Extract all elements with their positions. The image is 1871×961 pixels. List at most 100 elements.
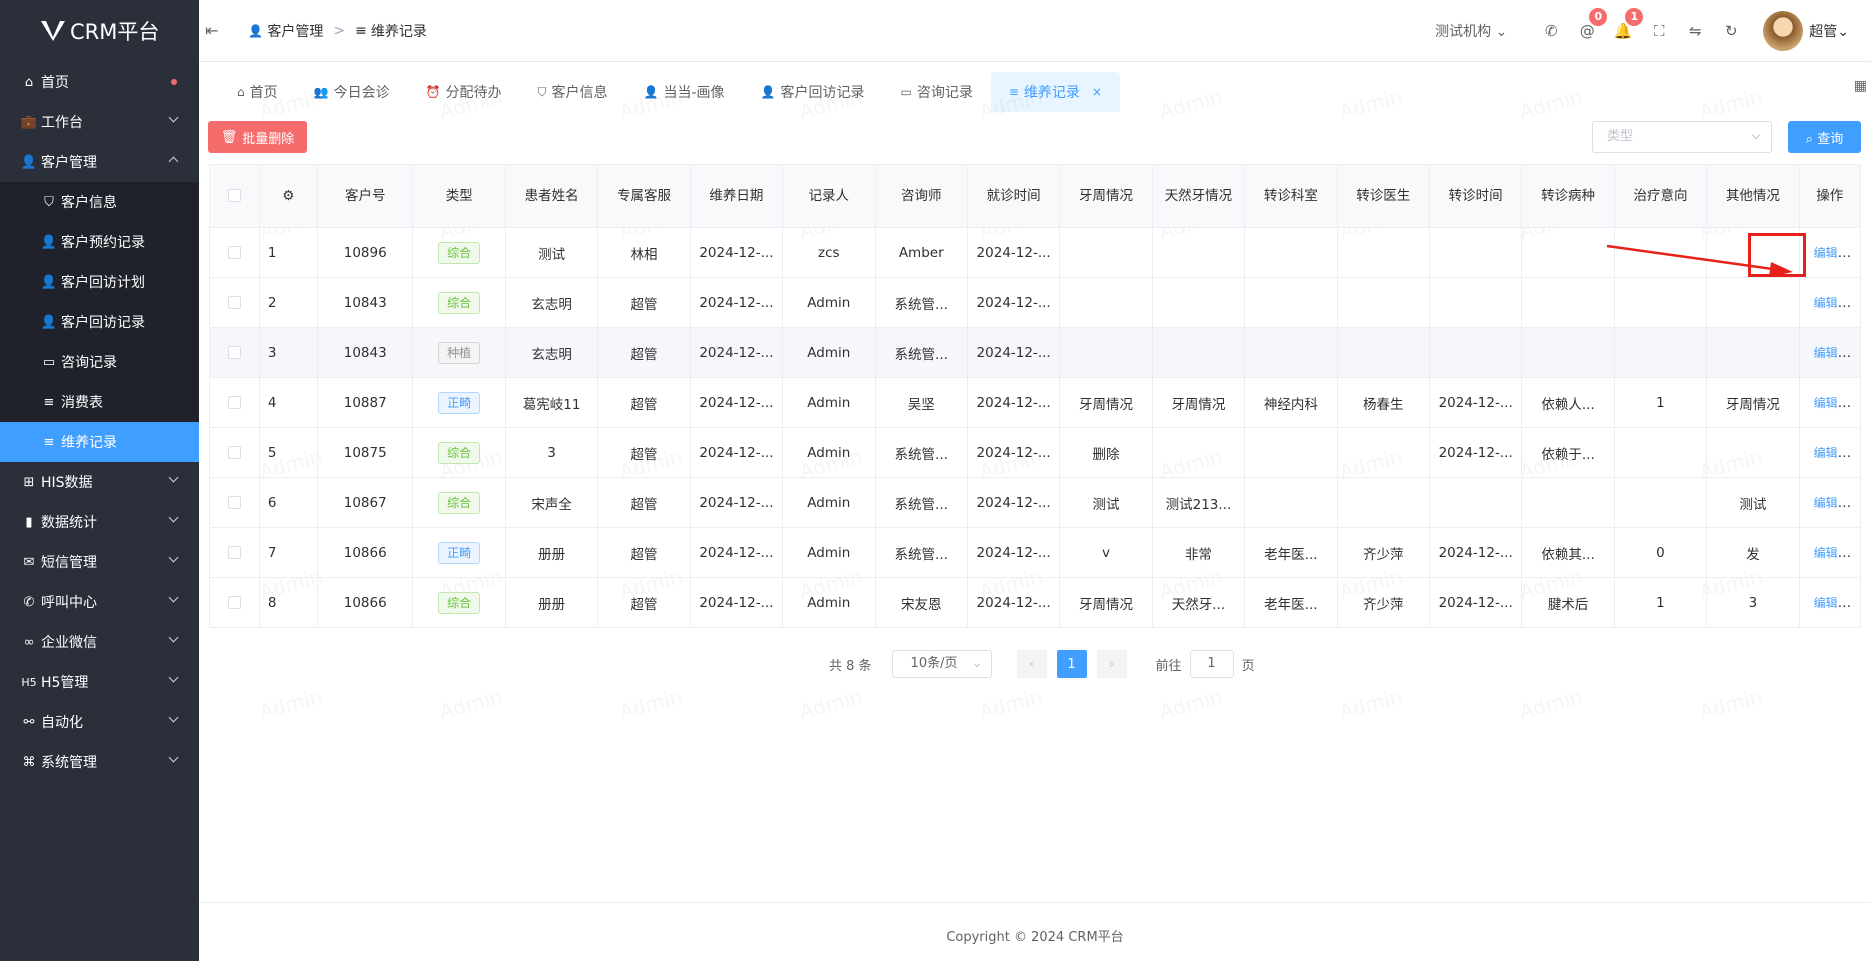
delete-link[interactable]: 删除: [1850, 396, 1860, 410]
edit-link[interactable]: 编辑: [1814, 496, 1838, 510]
edit-link[interactable]: 编辑: [1814, 246, 1838, 260]
tab[interactable]: ≡ 维养记录 ×: [990, 72, 1120, 112]
column-header: 就诊时间: [966, 164, 1061, 228]
delete-link[interactable]: 删除: [1850, 296, 1860, 310]
row-select-cell[interactable]: [209, 477, 260, 528]
sidebar-item[interactable]: ⌂ 首页: [0, 62, 199, 102]
tab[interactable]: 👤 当当-画像: [626, 72, 743, 112]
row-select-cell[interactable]: [209, 427, 260, 478]
row-checkbox[interactable]: [227, 396, 241, 409]
row-index: 5: [258, 427, 318, 478]
fullscreen-icon[interactable]: ⛶: [1641, 22, 1677, 40]
tab[interactable]: 👥 今日会诊: [296, 72, 408, 112]
sidebar-item[interactable]: ▭ 咨询记录: [0, 342, 199, 382]
settings-cell[interactable]: ⚙: [258, 164, 318, 228]
table-cell: 2024-12-...: [966, 327, 1061, 378]
batch-delete-button[interactable]: 🗑 批量删除: [208, 121, 307, 153]
edit-link[interactable]: 编辑: [1814, 346, 1838, 360]
edit-link[interactable]: 编辑: [1814, 596, 1838, 610]
tab-label: 当当-画像: [663, 85, 725, 101]
translate-icon[interactable]: ⇋: [1677, 22, 1713, 40]
query-button[interactable]: ⌕ 查询: [1788, 121, 1861, 153]
sidebar-item[interactable]: H5 H5管理: [0, 662, 199, 702]
delete-link[interactable]: 删除: [1850, 546, 1860, 560]
tab[interactable]: ⏰ 分配待办: [408, 72, 520, 112]
prev-page-button[interactable]: ‹: [1016, 650, 1047, 678]
table-cell: 1: [1613, 577, 1708, 628]
phone-icon[interactable]: ✆: [1533, 22, 1569, 40]
row-checkbox[interactable]: [227, 446, 241, 459]
row-checkbox[interactable]: [227, 296, 241, 309]
edit-link[interactable]: 编辑: [1814, 296, 1838, 310]
delete-link[interactable]: 删除: [1850, 596, 1860, 610]
edit-link[interactable]: 编辑: [1814, 446, 1838, 460]
logo[interactable]: CRM平台: [0, 0, 199, 62]
delete-link[interactable]: 删除: [1850, 496, 1860, 510]
sidebar-item[interactable]: 👤 客户预约记录: [0, 222, 199, 262]
sidebar-item[interactable]: 👤 客户回访计划: [0, 262, 199, 302]
home-icon: ⌂: [24, 74, 34, 90]
shield-icon: ⛉: [537, 84, 547, 99]
row-select-cell[interactable]: [209, 277, 260, 328]
delete-link[interactable]: 删除: [1850, 246, 1860, 260]
row-checkbox[interactable]: [227, 596, 241, 609]
table-cell: [1244, 477, 1338, 528]
row-checkbox[interactable]: [227, 246, 241, 259]
row-select-cell[interactable]: [209, 327, 260, 378]
sidebar-item[interactable]: ≡ 维养记录: [0, 422, 199, 462]
sidebar-item[interactable]: ⊞ HIS数据: [0, 462, 199, 502]
edit-link[interactable]: 编辑: [1814, 546, 1838, 560]
type-select[interactable]: 类型: [1592, 121, 1772, 153]
sidebar-item[interactable]: ∞ 企业微信: [0, 622, 199, 662]
sidebar-item[interactable]: ▮ 数据统计: [0, 502, 199, 542]
row-checkbox[interactable]: [227, 546, 241, 559]
tab[interactable]: ⌂ 首页: [219, 72, 296, 112]
tab[interactable]: 👤 客户回访记录: [743, 72, 883, 112]
row-checkbox[interactable]: [227, 496, 241, 509]
sidebar-item[interactable]: ✉ 短信管理: [0, 542, 199, 582]
edit-link[interactable]: 编辑: [1814, 396, 1838, 410]
avatar[interactable]: [1763, 11, 1804, 51]
page-size-select[interactable]: 10条/页 ⌄: [891, 650, 992, 678]
table-cell: [1336, 227, 1430, 278]
watermark-text: Admin: [1517, 684, 1585, 724]
table-cell: 2024-12-...: [689, 327, 784, 378]
column-header: 记录人: [782, 164, 876, 228]
page-number[interactable]: 1: [1056, 650, 1087, 678]
sidebar-item[interactable]: ≡ 消费表: [0, 382, 199, 422]
refresh-icon[interactable]: ↻: [1713, 22, 1749, 40]
settings-icon[interactable]: ⚙: [282, 188, 294, 204]
close-icon[interactable]: ×: [1092, 85, 1102, 99]
org-selector[interactable]: 测试机构 ⌄: [1435, 21, 1507, 41]
select-all-checkbox[interactable]: [227, 189, 241, 202]
sidebar-item[interactable]: ⚯ 自动化: [0, 702, 199, 742]
row-checkbox[interactable]: [227, 346, 241, 359]
goto-page-input[interactable]: 1: [1189, 650, 1234, 678]
user-menu[interactable]: 超管⌄: [1809, 21, 1849, 41]
select-all-cell[interactable]: [209, 164, 260, 228]
grid-icon[interactable]: ▦: [1854, 78, 1867, 94]
collapse-menu-icon[interactable]: ⇤: [205, 21, 218, 40]
row-select-cell[interactable]: [209, 527, 260, 578]
at-icon[interactable]: @0: [1569, 8, 1608, 40]
table-cell: 10896: [316, 227, 414, 278]
sidebar-item[interactable]: ⌘ 系统管理: [0, 742, 199, 782]
sidebar-item[interactable]: 👤 客户回访记录: [0, 302, 199, 342]
sidebar-item[interactable]: 💼 工作台: [0, 102, 199, 142]
delete-link[interactable]: 删除: [1850, 346, 1860, 360]
actions-cell: 编辑删除: [1798, 277, 1862, 328]
sidebar-item[interactable]: 👤 客户管理: [0, 142, 199, 182]
pagination: 共 8 条 10条/页 ⌄ ‹ 1 › 前往 1 页: [829, 650, 1255, 678]
tab[interactable]: ▭ 咨询记录: [883, 72, 991, 112]
row-select-cell[interactable]: [209, 577, 260, 628]
tab[interactable]: ⛉ 客户信息: [520, 72, 626, 112]
row-select-cell[interactable]: [209, 377, 260, 428]
next-page-button[interactable]: ›: [1096, 650, 1127, 678]
delete-link[interactable]: 删除: [1850, 446, 1860, 460]
bell-icon[interactable]: 🔔 1: [1605, 8, 1644, 40]
sidebar-item[interactable]: ⛉ 客户信息: [0, 182, 199, 222]
row-select-cell[interactable]: [209, 227, 260, 278]
sidebar-item[interactable]: ✆ 呼叫中心: [0, 582, 199, 622]
command-icon: ⌘: [22, 754, 36, 770]
breadcrumb-item[interactable]: 客户管理: [267, 21, 323, 41]
